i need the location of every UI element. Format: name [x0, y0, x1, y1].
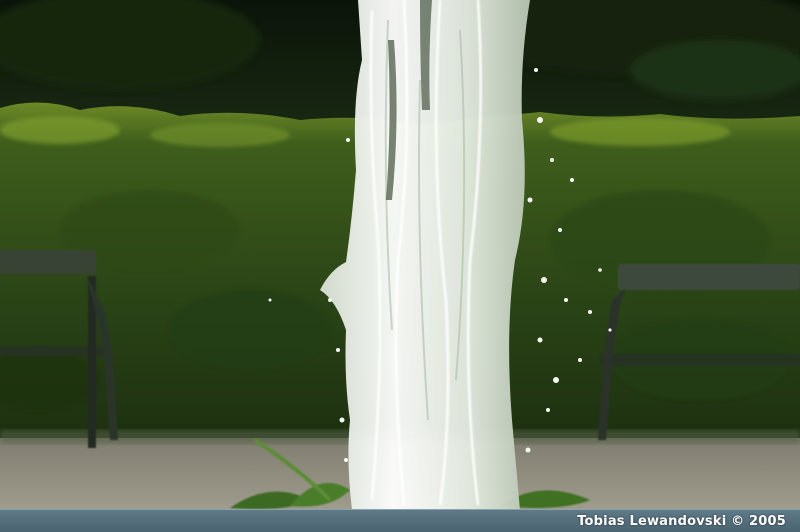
credit-bar: Tobias Lewandovski © 2005	[0, 509, 800, 532]
fountain-scene	[0, 0, 800, 532]
fountain-photo: Tobias Lewandovski © 2005	[0, 0, 800, 532]
photo-credit: Tobias Lewandovski © 2005	[577, 514, 786, 529]
